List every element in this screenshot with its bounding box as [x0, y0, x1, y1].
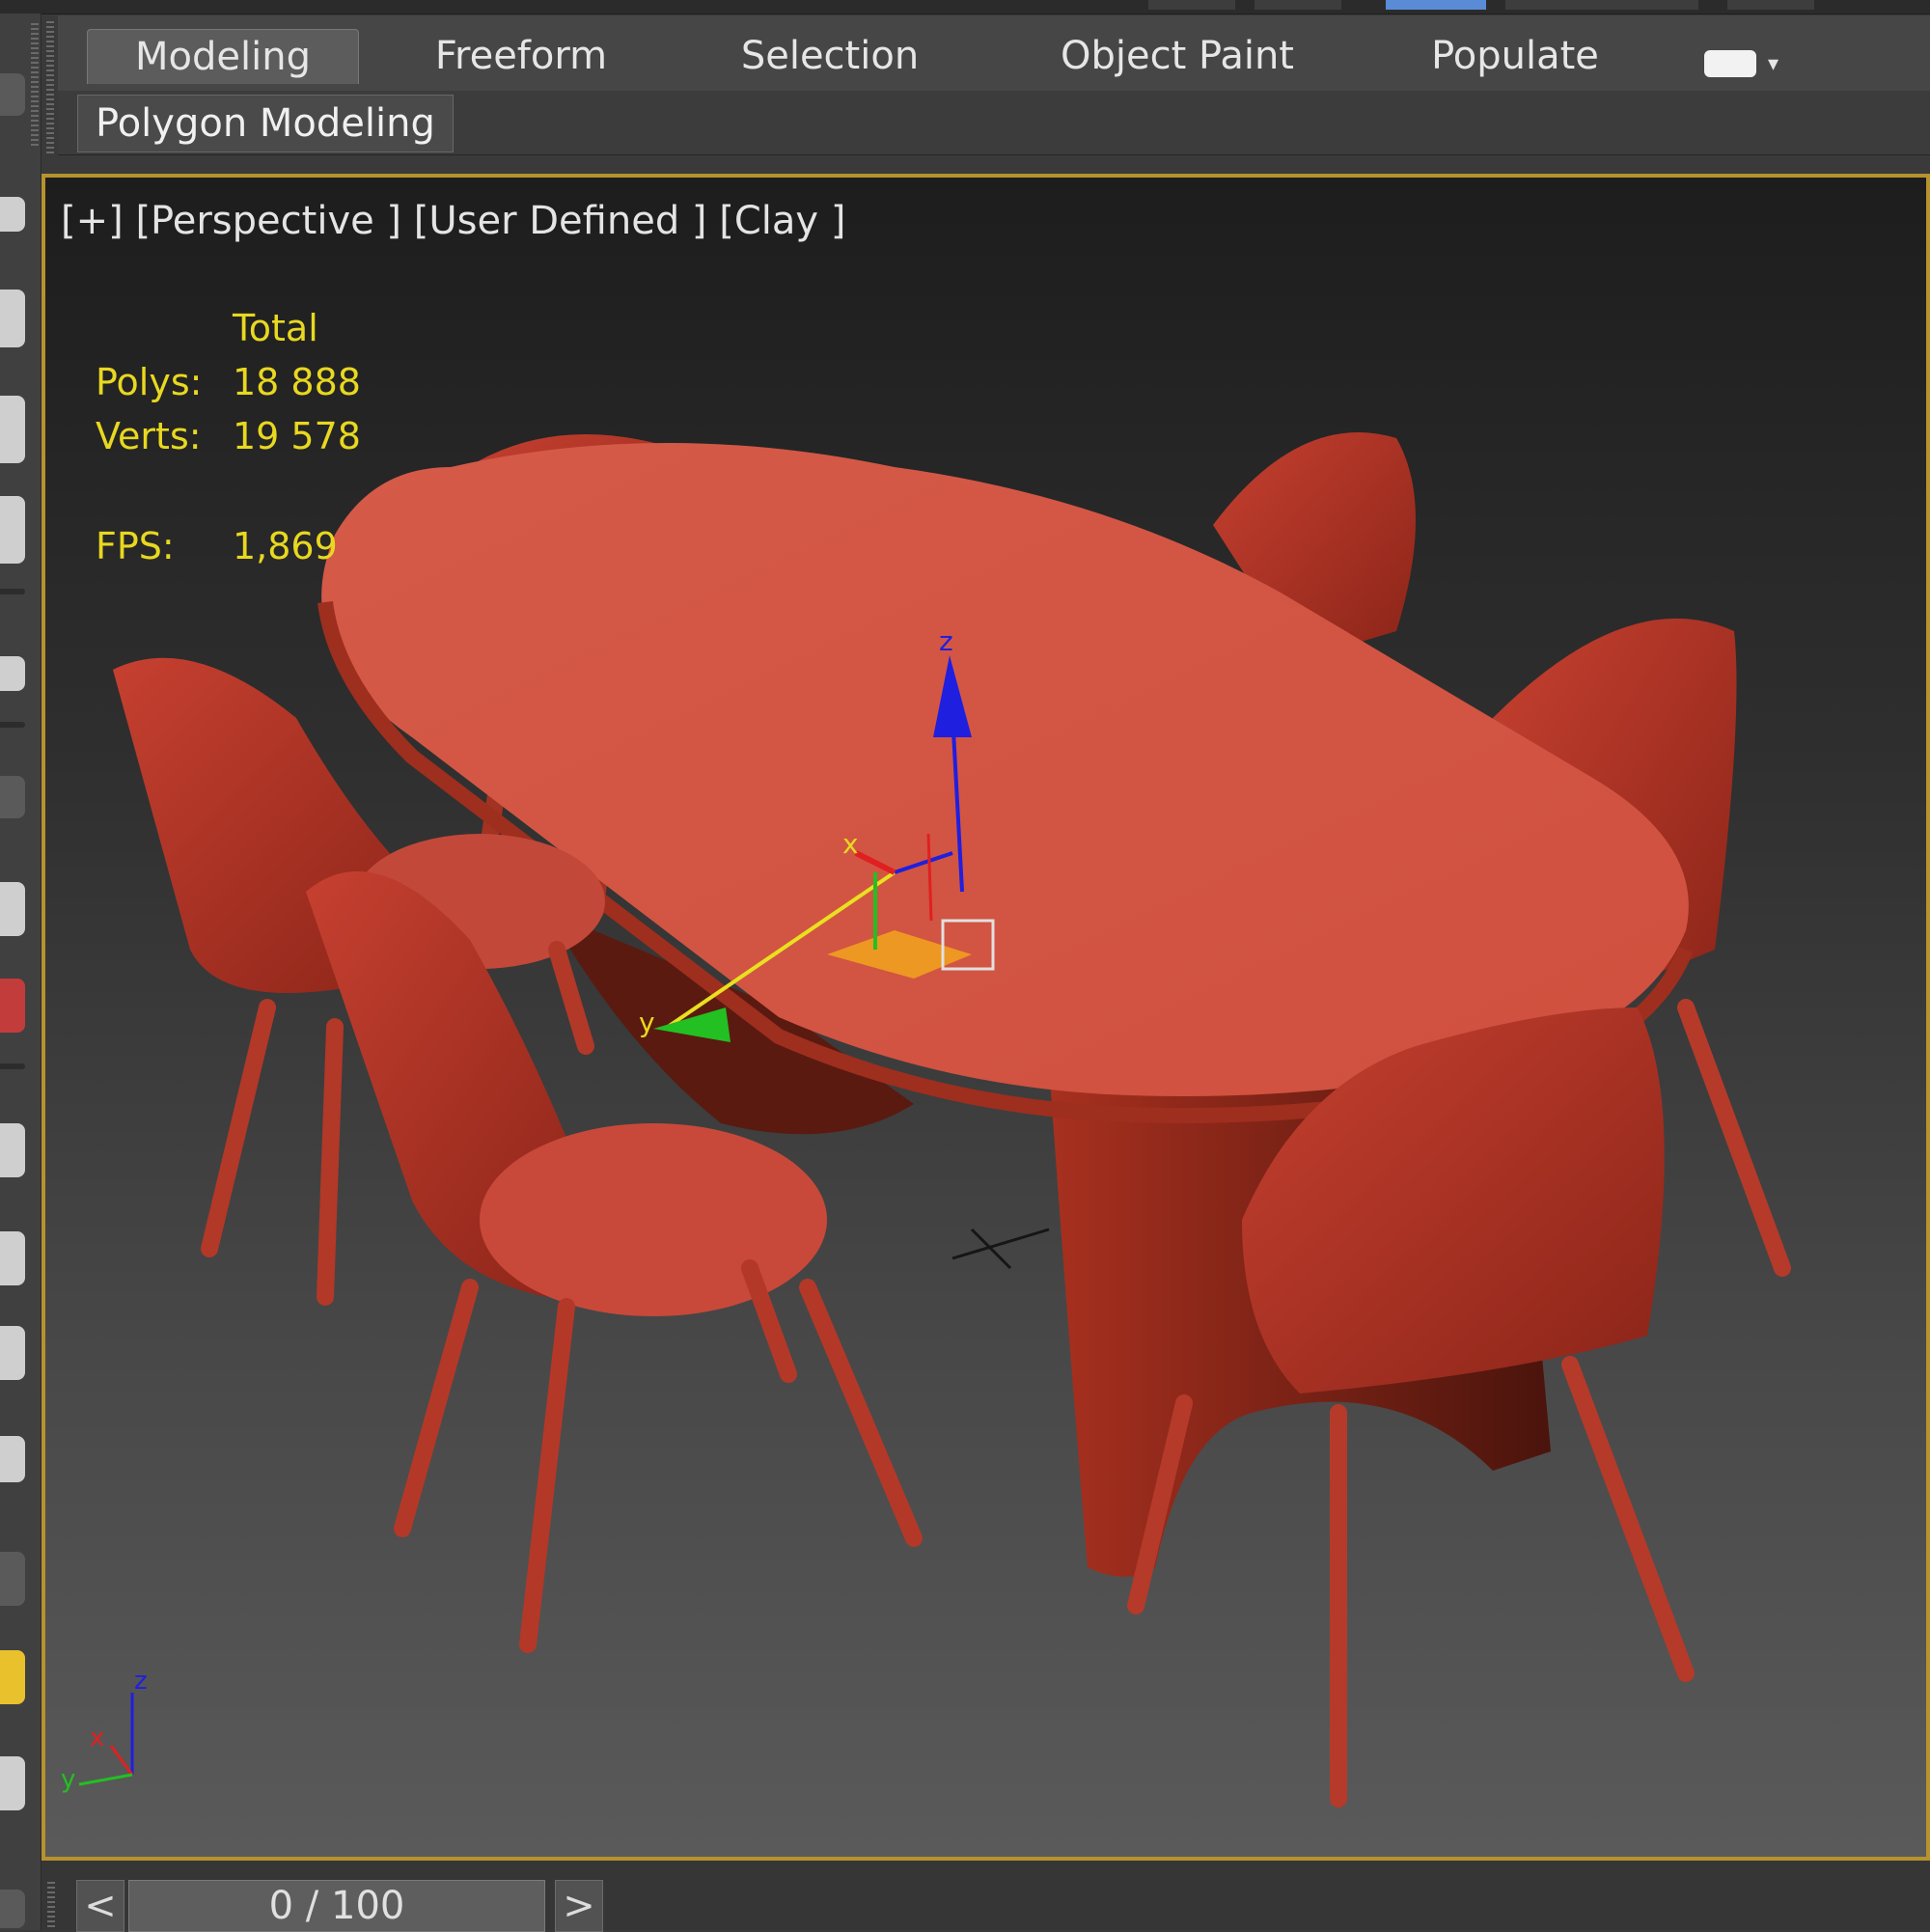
tab-selection[interactable]: Selection: [733, 29, 926, 83]
torus-primitive-icon[interactable]: [0, 1326, 25, 1380]
layer-panel-icon[interactable]: [0, 290, 25, 347]
viewport-view-type[interactable]: [Perspective ]: [135, 199, 401, 243]
toolbar-divider: [0, 1063, 25, 1069]
ribbon-tabs: Modeling Freeform Selection Object Paint…: [46, 15, 1930, 156]
viewport-user-defined[interactable]: [User Defined ]: [414, 199, 707, 243]
toolbar-button-active[interactable]: [1386, 0, 1486, 10]
toolbar-button[interactable]: [1254, 0, 1341, 10]
stats-polys-value: 18 888: [233, 361, 361, 403]
toolbar-divider: [0, 589, 25, 594]
gizmo-x-label: x: [842, 828, 859, 860]
box-primitive-icon[interactable]: [0, 1123, 25, 1177]
tab-modeling[interactable]: Modeling: [87, 29, 359, 84]
collapse-arrow-icon[interactable]: [0, 776, 25, 818]
render-setup-icon[interactable]: [0, 656, 25, 691]
table-top[interactable]: [317, 443, 1694, 1123]
title-bar-strip: [0, 0, 1930, 14]
toolbar-divider: [0, 722, 25, 728]
stats-verts-value: 19 578: [233, 415, 361, 457]
spline-tool-icon[interactable]: [0, 979, 25, 1033]
ribbon-toggle-icon: [1704, 50, 1756, 77]
tab-freeform[interactable]: Freeform: [425, 29, 618, 83]
timeline-grip[interactable]: [47, 1882, 55, 1930]
toolbar-button[interactable]: [1148, 0, 1235, 10]
gizmo-z-label: z: [939, 625, 953, 657]
tripod-z-label: z: [134, 1667, 148, 1696]
pyramid-primitive-icon[interactable]: [0, 1552, 25, 1606]
gizmo-y-label: y: [639, 1007, 655, 1038]
cone-primitive-icon[interactable]: [0, 1231, 25, 1285]
previous-frame-button[interactable]: <: [76, 1880, 124, 1932]
polygon-modeling-button[interactable]: Polygon Modeling: [77, 95, 454, 152]
toolbar-grip[interactable]: [31, 23, 39, 149]
sphere-primitive-icon[interactable]: [0, 882, 25, 936]
stats-fps-label: FPS:: [96, 525, 175, 567]
view-axis-tripod: z x y: [61, 1667, 148, 1794]
ribbon-grip[interactable]: [46, 21, 54, 156]
toolbar-button[interactable]: [1727, 0, 1814, 10]
tripod-y-label: y: [61, 1765, 75, 1794]
camera-tool-icon[interactable]: [0, 1756, 25, 1810]
ribbon-panel-bar: Polygon Modeling: [58, 91, 1930, 155]
tripod-x-label: x: [90, 1724, 104, 1753]
select-tool-icon[interactable]: [0, 73, 25, 116]
time-slider[interactable]: 0 / 100: [128, 1880, 545, 1932]
link-tool-icon[interactable]: [0, 197, 25, 232]
viewport-menu-plus[interactable]: [+]: [61, 199, 124, 243]
light-sun-icon[interactable]: [0, 1650, 25, 1704]
viewport-shading-mode[interactable]: [Clay ]: [719, 199, 845, 243]
stats-fps-value: 1,869: [233, 525, 338, 567]
tab-populate[interactable]: Populate: [1419, 29, 1612, 83]
ribbon-options-dropdown[interactable]: ▾: [1704, 33, 1795, 83]
stats-polys-label: Polys:: [96, 361, 203, 403]
viewport-label-bar: [+] [Perspective ] [User Defined ] [Clay…: [61, 199, 845, 243]
toolbar-button[interactable]: [1505, 0, 1698, 10]
next-frame-button[interactable]: >: [555, 1880, 603, 1932]
time-slider-bar: < 0 / 100 >: [41, 1861, 1930, 1932]
settings-gear-icon[interactable]: [0, 1890, 25, 1928]
tab-object-paint[interactable]: Object Paint: [1042, 29, 1312, 83]
material-editor-icon[interactable]: [0, 496, 25, 564]
perspective-viewport[interactable]: x y z z x y [+] [Perspective ] [User Def…: [41, 174, 1930, 1861]
command-toolbar: [0, 14, 41, 1930]
world-origin-marker: [951, 1228, 1050, 1270]
stats-header: Total: [233, 307, 318, 349]
teapot-primitive-icon[interactable]: [0, 1436, 25, 1482]
scene-explorer-icon[interactable]: [0, 396, 25, 463]
stats-verts-label: Verts:: [96, 415, 202, 457]
chevron-down-icon: ▾: [1768, 52, 1779, 76]
